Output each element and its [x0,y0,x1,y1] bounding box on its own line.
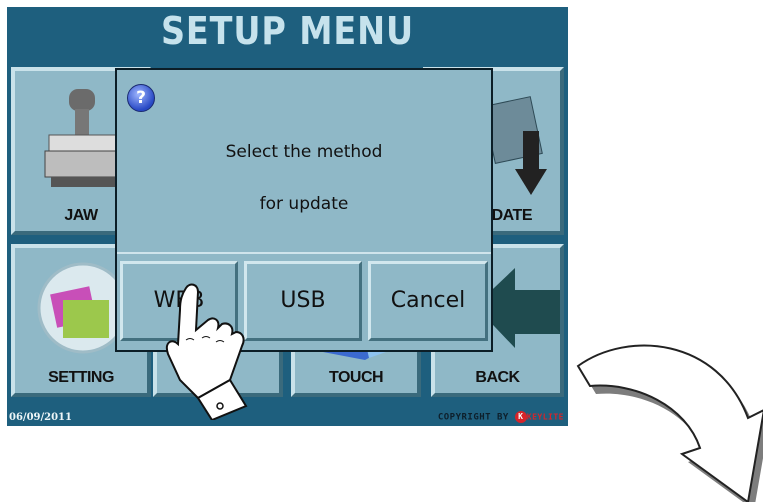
footer-date: 06/09/2011 [9,412,72,423]
dialog-message-line1: Select the method [225,142,383,162]
device-screen: SETUP MENU JAW PDATE SETTING TOUCH BACK … [7,7,568,426]
setting-tile-label: SETTING [48,369,114,386]
keylite-logo: K [514,411,527,423]
copyright-text: COPYRIGHT BY [437,412,509,423]
touch-tile-label: TOUCH [328,369,384,386]
dialog-message-line2: for update [259,194,349,214]
back-tile-label: BACK [475,369,520,386]
pointing-hand-icon [166,283,248,420]
brand-text: KEYLITE [526,412,564,422]
usb-button[interactable]: USB [244,261,362,341]
question-icon: ? [127,84,155,112]
screen-title: SETUP MENU [160,9,415,53]
cancel-button[interactable]: Cancel [368,261,488,341]
footer-copyright: COPYRIGHT BY K KEYLITE [438,411,564,423]
curved-arrow-icon [576,344,763,502]
dialog-separator [117,252,491,254]
